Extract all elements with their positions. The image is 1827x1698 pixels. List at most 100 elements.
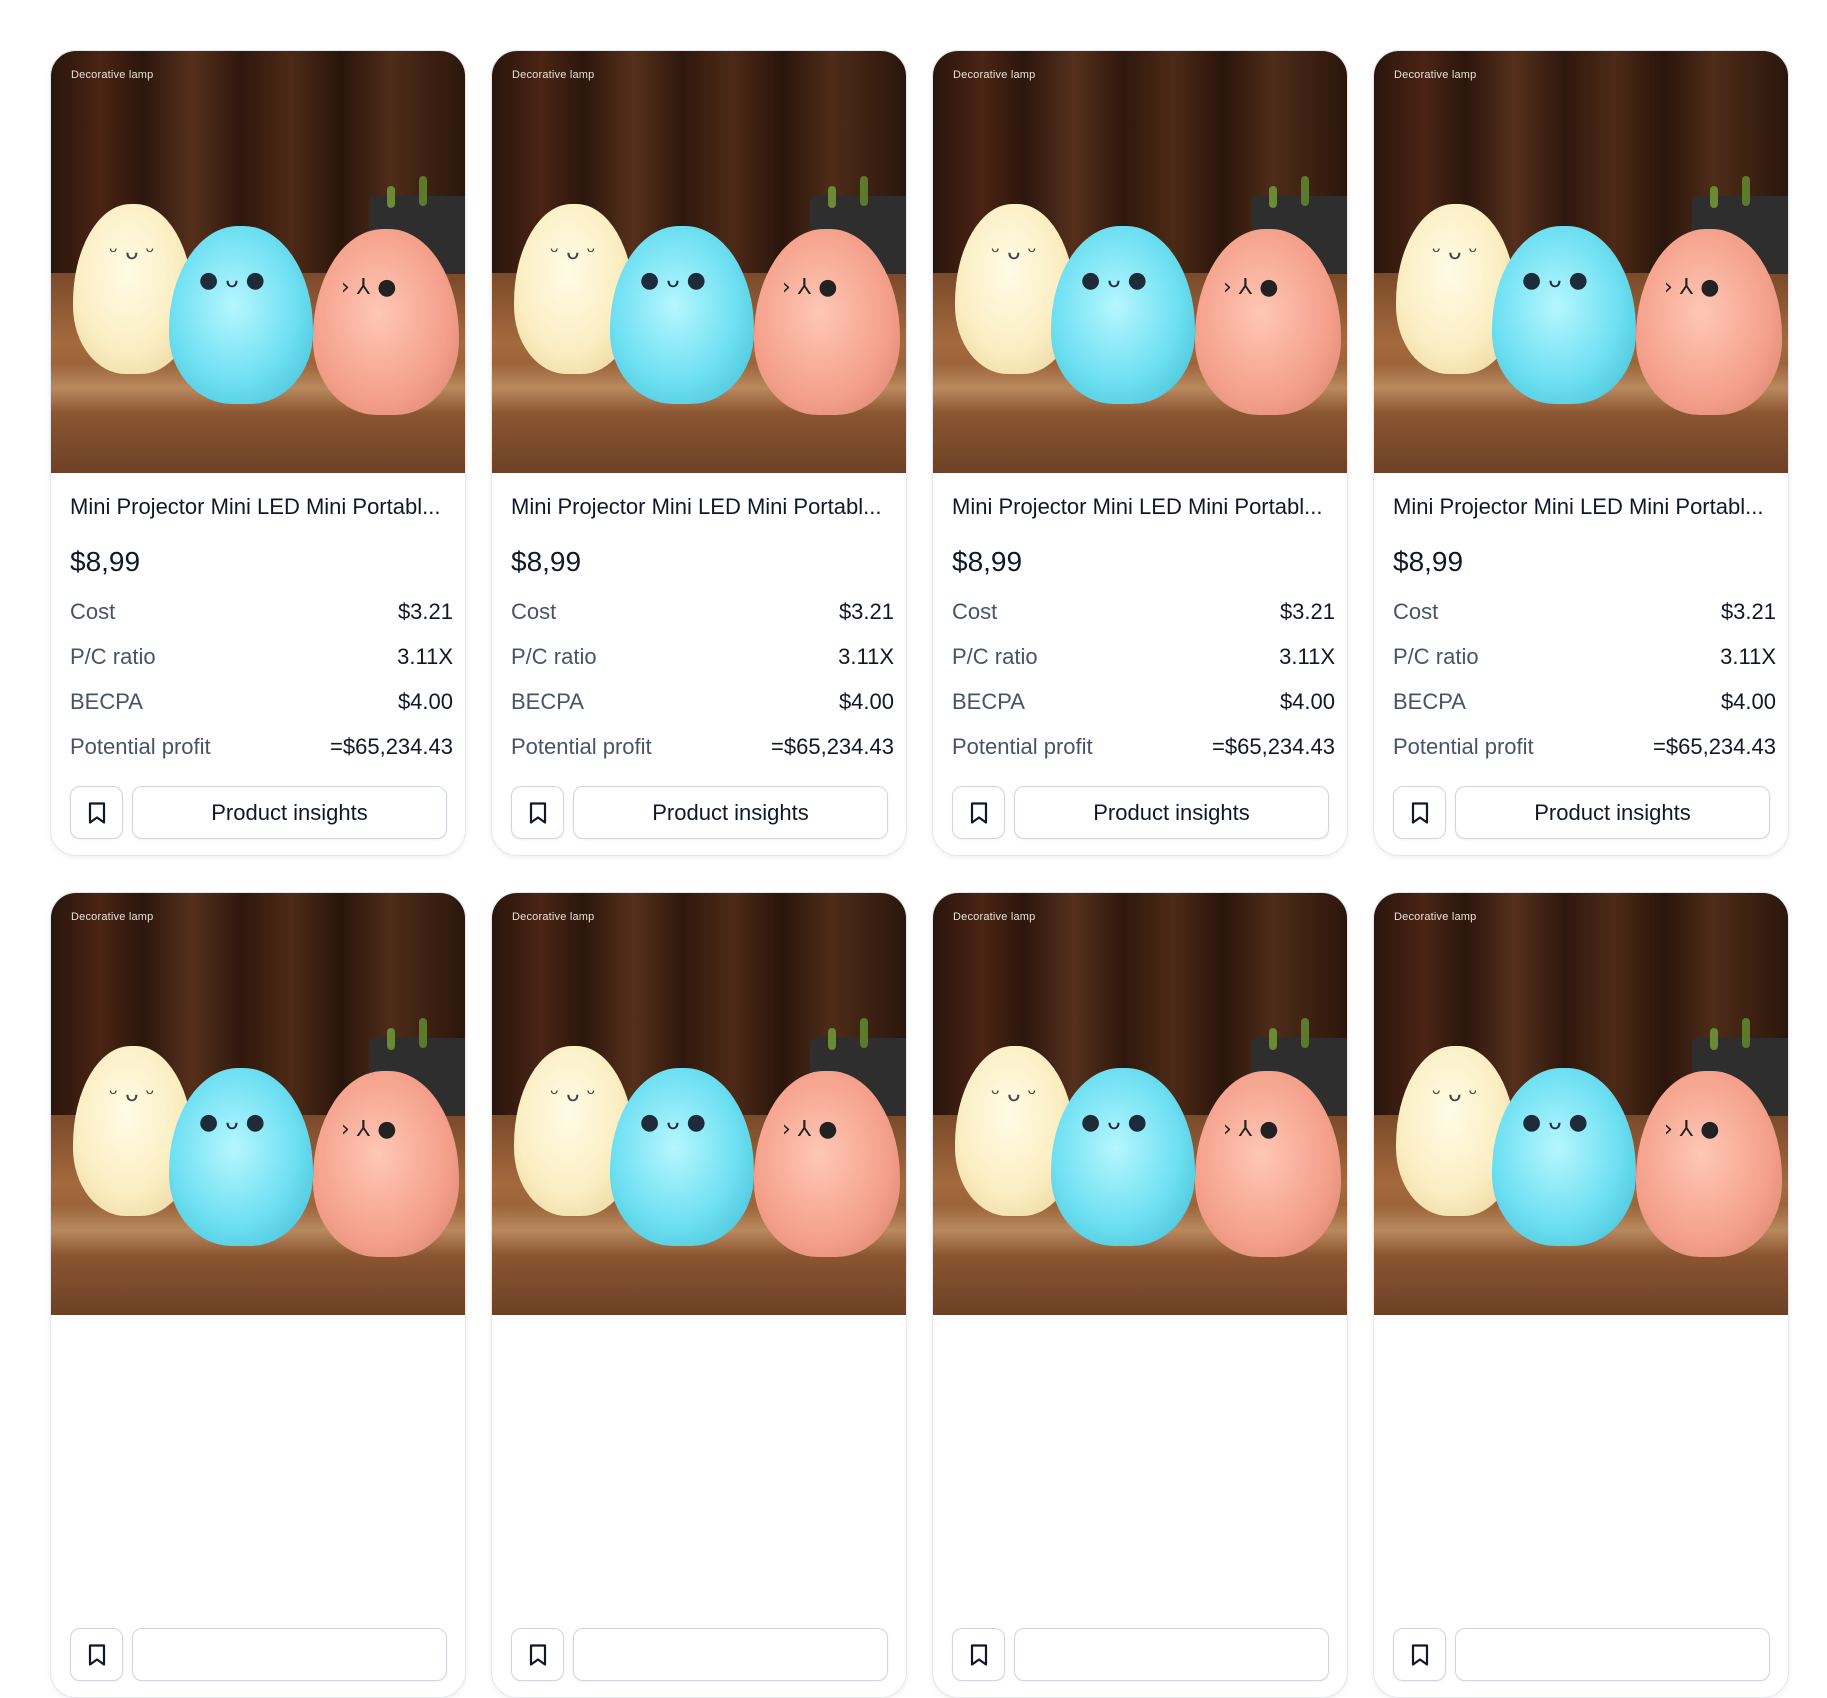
card-actions — [1393, 1628, 1770, 1681]
image-cat-face: › ⅄ ● — [1664, 1117, 1720, 1142]
stat-row: BECPA $4.00 — [511, 689, 894, 734]
product-insights-button[interactable]: Product insights — [132, 786, 447, 839]
stats-list: Cost $3.21 P/C ratio 3.11X BECPA $4.00 Potenti… — [70, 599, 453, 779]
stat-value: 3.11X — [1720, 644, 1776, 669]
product-title[interactable]: Mini Projector Mini LED Mini Portabl... — [511, 493, 897, 521]
product-title[interactable] — [952, 1335, 1338, 1363]
product-insights-button[interactable] — [1455, 1628, 1770, 1681]
stats-list: Cost $3.21 P/C ratio 3.11X BECPA $4.00 Potenti… — [1393, 599, 1776, 779]
image-cat-lamp-blue: ● ᴗ ● — [1051, 1068, 1195, 1246]
stat-value: 3.11X — [1279, 644, 1335, 669]
product-title[interactable]: Mini Projector Mini LED Mini Portabl... — [1393, 493, 1779, 521]
category-tag: Decorative lamp — [71, 911, 154, 923]
category-tag: Decorative lamp — [1394, 911, 1477, 923]
bookmark-button[interactable] — [1393, 786, 1446, 839]
product-image[interactable]: ᵕ ᴗ ᵕ ● ᴗ ● › ⅄ ● Decorative lamp — [1374, 51, 1788, 473]
stats-list: Cost $3.21 P/C ratio 3.11X BECPA $4.00 Potenti… — [952, 599, 1335, 779]
stat-row: BECPA $4.00 — [1393, 689, 1776, 734]
product-card[interactable]: ᵕ ᴗ ᵕ ● ᴗ ● › ⅄ ● Decorative lamp Mini P… — [491, 50, 907, 856]
product-card[interactable]: ᵕ ᴗ ᵕ ● ᴗ ● › ⅄ ● Decorative lamp — [1373, 892, 1789, 1698]
product-price: $8,99 — [952, 546, 1023, 577]
category-tag: Decorative lamp — [512, 69, 595, 81]
category-tag: Decorative lamp — [953, 911, 1036, 923]
product-insights-button[interactable] — [132, 1628, 447, 1681]
product-card[interactable]: ᵕ ᴗ ᵕ ● ᴗ ● › ⅄ ● Decorative lamp — [50, 892, 466, 1698]
image-plant-stem — [1301, 1018, 1309, 1048]
stat-label: BECPA — [952, 689, 1025, 714]
stat-value: $3.21 — [397, 599, 453, 624]
bookmark-icon — [529, 1643, 546, 1666]
product-grid: ᵕ ᴗ ᵕ ● ᴗ ● › ⅄ ● Decorative lamp Mini P… — [50, 50, 1789, 1698]
image-plant-stem — [1269, 186, 1277, 208]
image-cat-face: ● ᴗ ● — [640, 268, 706, 293]
stat-row: P/C ratio 3.11X — [511, 644, 894, 689]
product-image[interactable]: ᵕ ᴗ ᵕ ● ᴗ ● › ⅄ ● Decorative lamp — [1374, 893, 1788, 1315]
product-title[interactable] — [1393, 1335, 1779, 1363]
stat-value: $4.00 — [1279, 689, 1335, 714]
product-image[interactable]: ᵕ ᴗ ᵕ ● ᴗ ● › ⅄ ● Decorative lamp — [51, 893, 465, 1315]
image-plant-stem — [1269, 1028, 1277, 1050]
image-cat-face: › ⅄ ● — [1223, 275, 1279, 300]
product-insights-button[interactable]: Product insights — [573, 786, 888, 839]
card-body: Mini Projector Mini LED Mini Portabl... … — [51, 473, 465, 779]
product-image[interactable]: ᵕ ᴗ ᵕ ● ᴗ ● › ⅄ ● Decorative lamp — [933, 51, 1347, 473]
stat-row: Cost $3.21 — [511, 599, 894, 644]
image-plant-stem — [828, 186, 836, 208]
product-card[interactable]: ᵕ ᴗ ᵕ ● ᴗ ● › ⅄ ● Decorative lamp Mini P… — [1373, 50, 1789, 856]
bookmark-button[interactable] — [511, 1628, 564, 1681]
category-tag: Decorative lamp — [953, 69, 1036, 81]
image-cat-face: ● ᴗ ● — [640, 1110, 706, 1135]
bookmark-icon — [970, 801, 987, 824]
stat-value: =$65,234.43 — [1653, 734, 1776, 759]
product-card[interactable]: ᵕ ᴗ ᵕ ● ᴗ ● › ⅄ ● Decorative lamp Mini P… — [932, 50, 1348, 856]
image-cat-face: › ⅄ ● — [782, 275, 838, 300]
category-tag: Decorative lamp — [71, 69, 154, 81]
stat-label: BECPA — [70, 689, 143, 714]
product-insights-button[interactable]: Product insights — [1014, 786, 1329, 839]
product-price: $8,99 — [511, 546, 582, 577]
card-body — [51, 1315, 465, 1363]
product-image[interactable]: ᵕ ᴗ ᵕ ● ᴗ ● › ⅄ ● Decorative lamp — [933, 893, 1347, 1315]
product-image[interactable]: ᵕ ᴗ ᵕ ● ᴗ ● › ⅄ ● Decorative lamp — [51, 51, 465, 473]
image-cat-lamp-blue: ● ᴗ ● — [1051, 226, 1195, 404]
product-card[interactable]: ᵕ ᴗ ᵕ ● ᴗ ● › ⅄ ● Decorative lamp Mini P… — [50, 50, 466, 856]
stat-label: Potential profit — [511, 734, 652, 759]
bookmark-button[interactable] — [952, 1628, 1005, 1681]
bookmark-button[interactable] — [952, 786, 1005, 839]
stat-value: =$65,234.43 — [771, 734, 894, 759]
stat-row: Potential profit =$65,234.43 — [1393, 734, 1776, 779]
product-insights-button[interactable] — [573, 1628, 888, 1681]
bookmark-button[interactable] — [70, 1628, 123, 1681]
product-image[interactable]: ᵕ ᴗ ᵕ ● ᴗ ● › ⅄ ● Decorative lamp — [492, 51, 906, 473]
image-plant-stem — [1742, 176, 1750, 206]
bookmark-button[interactable] — [1393, 1628, 1446, 1681]
product-card[interactable]: ᵕ ᴗ ᵕ ● ᴗ ● › ⅄ ● Decorative lamp — [932, 892, 1348, 1698]
image-cat-face: › ⅄ ● — [341, 275, 397, 300]
image-cat-face: › ⅄ ● — [341, 1117, 397, 1142]
product-title[interactable]: Mini Projector Mini LED Mini Portabl... — [952, 493, 1338, 521]
bookmark-icon — [970, 1643, 987, 1666]
image-cat-face: ᵕ ᴗ ᵕ — [1432, 240, 1478, 265]
image-cat-face: ᵕ ᴗ ᵕ — [991, 1082, 1037, 1107]
image-plant-stem — [387, 186, 395, 208]
stat-label: P/C ratio — [511, 644, 597, 669]
product-card[interactable]: ᵕ ᴗ ᵕ ● ᴗ ● › ⅄ ● Decorative lamp — [491, 892, 907, 1698]
card-body — [1374, 1315, 1788, 1363]
card-actions — [952, 1628, 1329, 1681]
product-insights-button[interactable]: Product insights — [1455, 786, 1770, 839]
stat-label: Cost — [511, 599, 557, 624]
bookmark-button[interactable] — [511, 786, 564, 839]
bookmark-icon — [88, 801, 105, 824]
product-title[interactable] — [70, 1335, 456, 1363]
bookmark-button[interactable] — [70, 786, 123, 839]
product-title[interactable]: Mini Projector Mini LED Mini Portabl... — [70, 493, 456, 521]
stat-row: Potential profit =$65,234.43 — [952, 734, 1335, 779]
stat-value: 3.11X — [838, 644, 894, 669]
image-cat-face: ᵕ ᴗ ᵕ — [109, 240, 155, 265]
image-plant-stem — [419, 1018, 427, 1048]
product-image[interactable]: ᵕ ᴗ ᵕ ● ᴗ ● › ⅄ ● Decorative lamp — [492, 893, 906, 1315]
stat-label: Cost — [70, 599, 116, 624]
product-insights-button[interactable] — [1014, 1628, 1329, 1681]
product-title[interactable] — [511, 1335, 897, 1363]
stat-value: 3.11X — [397, 644, 453, 669]
